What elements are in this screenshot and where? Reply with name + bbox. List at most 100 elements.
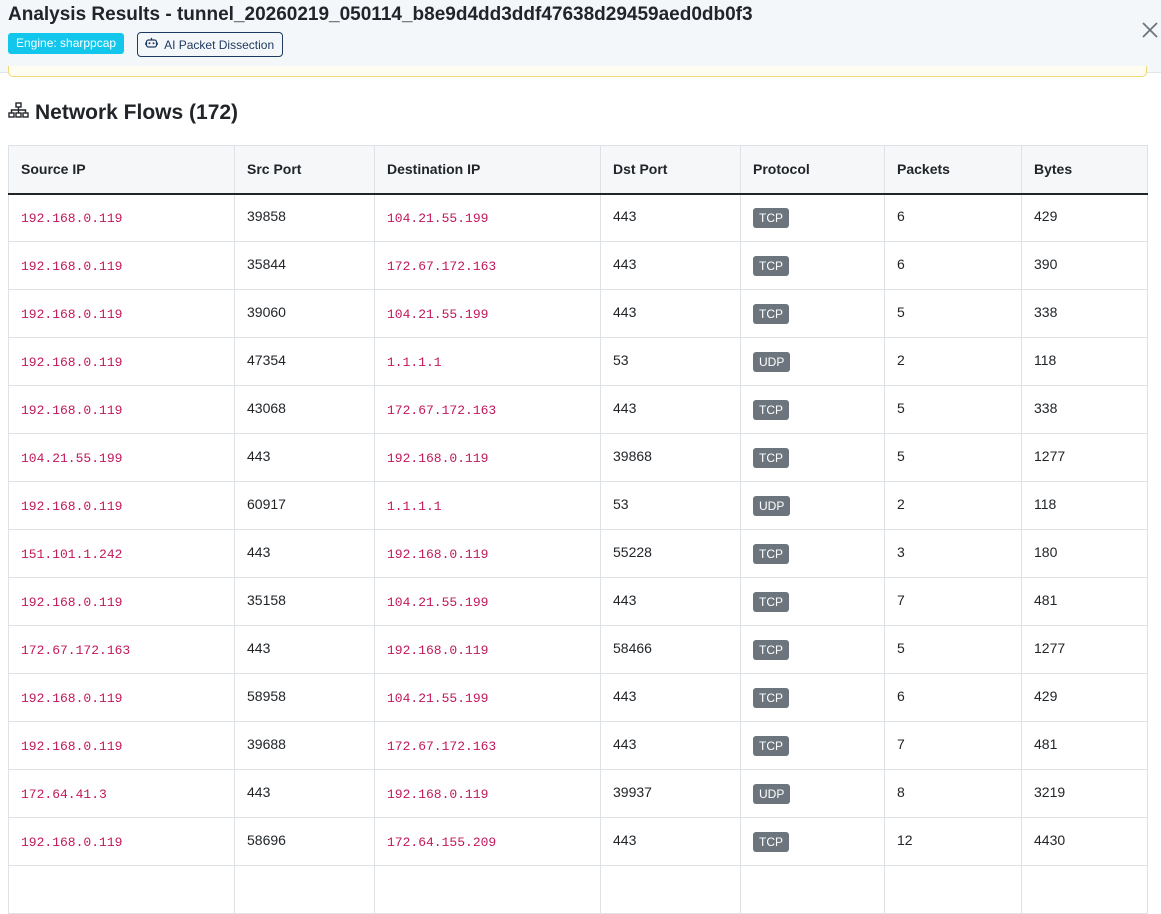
- ai-packet-dissection-button[interactable]: AI Packet Dissection: [137, 32, 284, 57]
- protocol-badge: TCP: [753, 687, 789, 708]
- cell-bytes: 180: [1021, 529, 1148, 578]
- cell-dst-port: 53: [600, 481, 741, 530]
- cell-packets: 6: [884, 193, 1022, 242]
- cell-dst-port: 53: [600, 337, 741, 386]
- cell-destination-ip: 1.1.1.1: [374, 481, 601, 530]
- cell-protocol: TCP: [740, 625, 885, 674]
- protocol-badge: UDP: [753, 783, 791, 804]
- cell-source-ip: 192.168.0.119: [8, 193, 235, 242]
- alert-box-edge: [8, 66, 1147, 77]
- cell-packets: 3: [884, 529, 1022, 578]
- protocol-badge: TCP: [753, 831, 789, 852]
- cell-destination-ip: [374, 865, 601, 914]
- network-flows-title: Network Flows (172): [35, 101, 239, 124]
- table-row[interactable]: 172.64.41.3 443 192.168.0.119 39937 UDP 8 3219: [8, 769, 1148, 818]
- table-row[interactable]: 192.168.0.119 39858 104.21.55.199 443 TCP 6 42…: [8, 193, 1148, 242]
- cell-bytes: 118: [1021, 337, 1148, 386]
- cell-protocol: TCP: [740, 289, 885, 338]
- cell-source-ip: 192.168.0.119: [8, 241, 235, 290]
- cell-dst-port: 443: [600, 385, 741, 434]
- table-row[interactable]: 192.168.0.119 58696 172.64.155.209 443 TCP 12…: [8, 817, 1148, 866]
- cell-protocol: TCP: [740, 529, 885, 578]
- column-header-destination-ip[interactable]: Destination IP: [374, 145, 601, 195]
- table-row[interactable]: 192.168.0.119 58958 104.21.55.199 443 TCP 6 42…: [8, 673, 1148, 722]
- cell-protocol: [740, 865, 885, 914]
- cell-src-port: 39858: [234, 193, 375, 242]
- cell-src-port: 443: [234, 529, 375, 578]
- cell-source-ip: 192.168.0.119: [8, 289, 235, 338]
- table-row[interactable]: 104.21.55.199 443 192.168.0.119 39868 TCP 5 12…: [8, 433, 1148, 482]
- cell-source-ip: 192.168.0.119: [8, 577, 235, 626]
- cell-src-port: 443: [234, 433, 375, 482]
- cell-destination-ip: 172.64.155.209: [374, 817, 601, 866]
- cell-packets: [884, 865, 1022, 914]
- protocol-badge: TCP: [753, 543, 789, 564]
- cell-packets: 2: [884, 481, 1022, 530]
- column-header-src-port[interactable]: Src Port: [234, 145, 375, 195]
- cell-bytes: 429: [1021, 193, 1148, 242]
- cell-source-ip: 172.67.172.163: [8, 625, 235, 674]
- cell-packets: 5: [884, 433, 1022, 482]
- cell-source-ip: 172.64.41.3: [8, 769, 235, 818]
- cell-dst-port: 58466: [600, 625, 741, 674]
- cell-protocol: TCP: [740, 577, 885, 626]
- cell-protocol: TCP: [740, 241, 885, 290]
- cell-src-port: [234, 865, 375, 914]
- column-header-packets[interactable]: Packets: [884, 145, 1022, 195]
- cell-dst-port: 39868: [600, 433, 741, 482]
- cell-src-port: 43068: [234, 385, 375, 434]
- cell-protocol: TCP: [740, 673, 885, 722]
- cell-bytes: 481: [1021, 721, 1148, 770]
- cell-dst-port: [600, 865, 741, 914]
- table-row[interactable]: 192.168.0.119 43068 172.67.172.163 443 TCP 5 3…: [8, 385, 1148, 434]
- table-row[interactable]: 192.168.0.119 39060 104.21.55.199 443 TCP 5 33…: [8, 289, 1148, 338]
- cell-bytes: 481: [1021, 577, 1148, 626]
- table-header-row: Source IP Src Port Destination IP Dst Po…: [8, 145, 1148, 195]
- table-row[interactable]: 192.168.0.119 39688 172.67.172.163 443 TCP 7 4…: [8, 721, 1148, 770]
- cell-packets: 5: [884, 385, 1022, 434]
- cell-src-port: 39688: [234, 721, 375, 770]
- close-icon[interactable]: [1140, 20, 1160, 40]
- cell-dst-port: 39937: [600, 769, 741, 818]
- column-header-protocol[interactable]: Protocol: [740, 145, 885, 195]
- cell-source-ip: 192.168.0.119: [8, 337, 235, 386]
- table-row[interactable]: 192.168.0.119 47354 1.1.1.1 53 UDP 2 118: [8, 337, 1148, 386]
- protocol-badge: TCP: [753, 447, 789, 468]
- column-header-source-ip[interactable]: Source IP: [8, 145, 235, 195]
- protocol-badge: UDP: [753, 351, 791, 372]
- table-row[interactable]: [8, 865, 1148, 914]
- cell-packets: 5: [884, 625, 1022, 674]
- cell-packets: 8: [884, 769, 1022, 818]
- cell-destination-ip: 104.21.55.199: [374, 577, 601, 626]
- column-header-dst-port[interactable]: Dst Port: [600, 145, 741, 195]
- cell-src-port: 39060: [234, 289, 375, 338]
- table-row[interactable]: 172.67.172.163 443 192.168.0.119 58466 TCP 5 1…: [8, 625, 1148, 674]
- cell-bytes: 338: [1021, 289, 1148, 338]
- protocol-badge: TCP: [753, 735, 789, 756]
- table-row[interactable]: 192.168.0.119 60917 1.1.1.1 53 UDP 2 118: [8, 481, 1148, 530]
- cell-destination-ip: 172.67.172.163: [374, 385, 601, 434]
- cell-bytes: 3219: [1021, 769, 1148, 818]
- cell-protocol: UDP: [740, 769, 885, 818]
- cell-destination-ip: 104.21.55.199: [374, 193, 601, 242]
- cell-source-ip: 104.21.55.199: [8, 433, 235, 482]
- cell-source-ip: 192.168.0.119: [8, 481, 235, 530]
- table-row[interactable]: 192.168.0.119 35844 172.67.172.163 443 TCP 6 3…: [8, 241, 1148, 290]
- cell-packets: 12: [884, 817, 1022, 866]
- column-header-bytes[interactable]: Bytes: [1021, 145, 1148, 195]
- cell-src-port: 443: [234, 769, 375, 818]
- cell-bytes: 390: [1021, 241, 1148, 290]
- protocol-badge: TCP: [753, 399, 789, 420]
- table-row[interactable]: 151.101.1.242 443 192.168.0.119 55228 TCP 3 18…: [8, 529, 1148, 578]
- cell-bytes: 338: [1021, 385, 1148, 434]
- flows-table-body: 192.168.0.119 39858 104.21.55.199 443 TCP 6 42…: [8, 193, 1148, 914]
- modal-header: Analysis Results - tunnel_20260219_05011…: [0, 0, 1161, 73]
- cell-src-port: 35844: [234, 241, 375, 290]
- cell-bytes: 1277: [1021, 625, 1148, 674]
- cell-dst-port: 443: [600, 241, 741, 290]
- cell-bytes: 118: [1021, 481, 1148, 530]
- ai-button-label: AI Packet Dissection: [164, 37, 275, 52]
- cell-destination-ip: 192.168.0.119: [374, 769, 601, 818]
- table-row[interactable]: 192.168.0.119 35158 104.21.55.199 443 TCP 7 48…: [8, 577, 1148, 626]
- protocol-badge: TCP: [753, 303, 789, 324]
